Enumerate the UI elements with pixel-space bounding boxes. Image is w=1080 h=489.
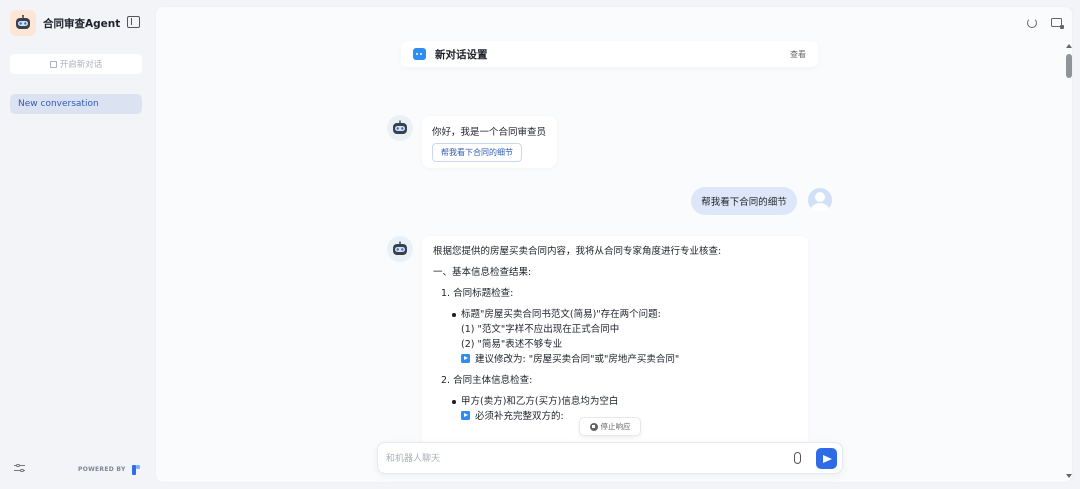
- answer-item-title: 1. 合同标题检查:: [441, 288, 514, 299]
- sidebar-toggle-icon[interactable]: [127, 16, 140, 28]
- answer-bullet-text: 甲方(卖方)和乙方(买方)信息均为空白: [461, 396, 619, 407]
- robot-logo-icon: [10, 10, 36, 36]
- user-message-text: 帮我看下合同的细节: [701, 197, 787, 208]
- answer-point: (2) "简易"表述不够专业: [461, 339, 563, 350]
- new-chat-label: 开启新对话: [59, 60, 103, 70]
- answer-item-title: 2. 合同主体信息检查:: [441, 375, 533, 386]
- answer-suggestion-text: 建议修改为: "房屋买卖合同"或"房地产买卖合同": [475, 354, 680, 365]
- brand: 合同审查Agent: [10, 10, 120, 36]
- bot-avatar: [387, 115, 413, 141]
- conversation-item[interactable]: New conversation: [10, 94, 142, 114]
- scrollbar-thumb[interactable]: [1066, 54, 1072, 78]
- send-button[interactable]: [816, 448, 837, 469]
- answer-bullet-text: 标题"房屋买卖合同书范文(简易)"存在两个问题:: [461, 309, 661, 320]
- view-link[interactable]: 查看: [790, 49, 806, 60]
- sidebar: 合同审查Agent 开启新对话 New conversation POWERED…: [0, 0, 152, 489]
- new-chat-button[interactable]: 开启新对话: [10, 54, 142, 74]
- bot-greeting-bubble: 你好，我是一个合同审查员 帮我看下合同的细节: [422, 116, 557, 168]
- robot-icon: [393, 120, 407, 134]
- answer-suggestion: 建议修改为: "房屋买卖合同"或"房地产买卖合同": [461, 352, 797, 367]
- answer-intro: 根据您提供的房屋买卖合同内容，我将从合同专家角度进行专业核查:: [433, 246, 722, 257]
- edit-icon: [49, 60, 57, 68]
- scroll-down-icon[interactable]: [1066, 474, 1072, 478]
- brand-mark-icon: [131, 464, 140, 475]
- bot-greeting-text: 你好，我是一个合同审查员: [432, 127, 547, 138]
- attachment-icon[interactable]: [794, 452, 801, 464]
- answer-bullet: 标题"房屋买卖合同书范文(简易)"存在两个问题: (1) "范文"字样不应出现在…: [433, 307, 797, 367]
- suggestion-button[interactable]: 帮我看下合同的细节: [432, 143, 522, 162]
- powered-by-label: POWERED BY: [78, 466, 126, 473]
- user-avatar: [808, 188, 832, 212]
- refresh-icon[interactable]: [1027, 18, 1037, 28]
- stop-icon: [589, 422, 598, 431]
- powered-by: POWERED BY: [78, 464, 140, 475]
- app-title: 合同审查Agent: [43, 17, 121, 30]
- settings-sliders-icon[interactable]: [14, 463, 26, 473]
- chat-input[interactable]: [386, 451, 766, 467]
- chat-bubble-icon: [413, 48, 426, 60]
- share-icon[interactable]: [1051, 18, 1064, 29]
- scrollbar[interactable]: [1064, 44, 1074, 480]
- user-message-bubble: 帮我看下合同的细节: [691, 187, 797, 215]
- arrow-right-icon: [461, 354, 470, 363]
- top-toolbar: [1027, 18, 1064, 29]
- chat-panel: 新对话设置 查看 你好，我是一个合同审查员 帮我看下合同的细节 帮我看下合同的细…: [155, 6, 1073, 483]
- answer-section-heading: 一、基本信息检查结果:: [433, 267, 532, 278]
- stop-label: 停止响应: [600, 422, 631, 431]
- bot-avatar: [387, 236, 413, 262]
- robot-icon: [393, 241, 407, 255]
- conversation-label: New conversation: [18, 99, 99, 109]
- answer-point: (1) "范文"字样不应出现在正式合同中: [461, 324, 620, 335]
- settings-title: 新对话设置: [435, 48, 488, 61]
- arrow-right-icon: [461, 411, 470, 420]
- answer-suggestion-text: 必须补充完整双方的:: [475, 411, 564, 422]
- chat-input-bar: [377, 442, 843, 474]
- stop-response-button[interactable]: 停止响应: [579, 417, 641, 436]
- scroll-up-icon[interactable]: [1066, 44, 1072, 48]
- conversation-settings-card: 新对话设置 查看: [401, 41, 818, 67]
